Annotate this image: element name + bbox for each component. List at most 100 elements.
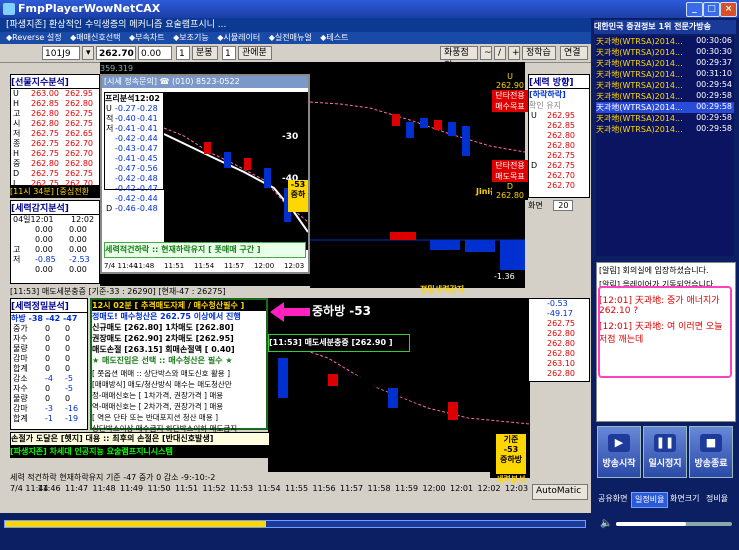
close-button[interactable]: × <box>720 2 737 17</box>
status-line: 세력 적건하락 현재하락유지 기준 -47 중가 0 감소 -9:-10:-2 <box>10 472 490 484</box>
menu-reverse[interactable]: ◆Reverse 설정 <box>6 33 62 42</box>
unit-type-button[interactable]: 관에분 <box>238 46 272 60</box>
plus-tool-button[interactable]: + <box>508 46 520 60</box>
broadcast-item[interactable]: 天과地(WTRSA)2014... 00:29:58 <box>596 113 734 124</box>
force-row-a: 0.00 <box>35 265 53 274</box>
env-button[interactable]: 화풍점정 <box>440 46 478 71</box>
signal-lines: 정매도! 매수청산은 262.75 이상에서 진행 신규매도 [262.80] 1… <box>92 311 266 366</box>
broadcast-item-time: 00:29:37 <box>696 58 732 67</box>
popup-row: D -0.46 -0.48 <box>105 204 163 214</box>
strategy-line: [ 역은 단타 또는 반대포지션 청산 매용 ] <box>92 413 219 422</box>
futures-row-k: 고 <box>13 109 21 118</box>
unit-minute-button[interactable]: 분봉 <box>192 46 218 60</box>
popup-analysis-title: 프리분석12:02 <box>105 94 160 103</box>
futures-row-k: 종 <box>13 139 21 148</box>
popup-row-k: U <box>106 104 112 113</box>
minimize-button[interactable]: _ <box>686 2 703 17</box>
force-row-b: 0.00 <box>69 245 87 254</box>
force-time-1: 04일12:01 <box>13 215 54 224</box>
popup-time-label: 11:48 <box>134 262 155 270</box>
bottom-right-rows: -0.53 -49.17 262.75 262.80 262.80 262.80 263.1… <box>529 299 589 379</box>
signal-footer: [파생지존] 차세대 인공지능 요술램프지니시스템 <box>10 446 268 458</box>
tab-ratio[interactable]: 정비율 <box>703 492 731 506</box>
maximize-button[interactable]: □ <box>703 2 720 17</box>
precision-row-k: 중가 <box>13 324 28 333</box>
line-tool-button[interactable]: ~ <box>480 46 492 60</box>
bottom-right-row-v: 262.80 <box>547 329 575 338</box>
app-icon <box>3 3 15 15</box>
broadcast-item[interactable]: 天과地(WTRSA)2014... 00:29:37 <box>596 58 734 69</box>
popup-row: 적 -0.40 -0.41 <box>105 114 163 124</box>
menu-signal[interactable]: ◆매매신호선택 <box>70 33 120 42</box>
precision-row-b: 0 <box>65 344 71 353</box>
futures-row-b: 262.70 <box>65 149 93 158</box>
popup-title: [시세 정속문의] ☎ (010) 8523-0522 <box>102 76 308 88</box>
automatic-button[interactable]: AutoMatic <box>532 484 588 500</box>
slash-tool-button[interactable]: / <box>494 46 506 60</box>
code-select[interactable]: 101J9 <box>42 46 80 60</box>
signal-line: 정매도! 매수청산은 262.75 이상에서 진행 <box>92 312 241 321</box>
strategy-line: 정-매매신호는 [ 1차가격, 권장가격 ] 매용 <box>92 391 224 400</box>
direction-row-v: 262.75 <box>547 161 575 170</box>
futures-row-b: 262.75 <box>65 119 93 128</box>
interval-field[interactable]: 1 <box>176 46 190 60</box>
order-button[interactable]: 정학습 <box>522 46 556 60</box>
force-row-a: 0.00 <box>35 225 53 234</box>
precision-row-a: 0 <box>45 354 51 363</box>
bar-down <box>500 240 525 270</box>
broadcast-item[interactable]: 天과地(WTRSA)2014... 00:29:58 <box>596 124 734 135</box>
broadcast-pause-button[interactable]: ❚❚ 일시정지 <box>643 426 687 478</box>
popup-chart: -30 -40 <box>163 92 309 250</box>
window-titlebar: FmpPlayerWowNetCAX _ □ × <box>0 0 739 18</box>
precision-row: 감마 0 0 <box>11 354 87 364</box>
menu-subchart[interactable]: ◆부속차트 <box>129 33 165 42</box>
link-button[interactable]: 연결 <box>560 46 588 60</box>
popup-row: U -0.27 -0.28 <box>105 104 163 114</box>
tab-share-screen[interactable]: 공유화면 <box>595 492 630 506</box>
menu-test[interactable]: ◆테스트 <box>320 33 348 42</box>
unit-count-field[interactable]: 1 <box>222 46 236 60</box>
precision-row-a: -3 <box>45 404 53 413</box>
force-row-b: -2.53 <box>69 255 90 264</box>
timeline-label: 12:00 <box>422 484 446 493</box>
broadcast-item[interactable]: 天과地(WTRSA)2014... 00:29:58 <box>596 91 734 102</box>
precision-title: [세력정밀분석] <box>11 299 87 313</box>
futures-row: 중 262.80 262.80 <box>11 159 99 169</box>
popup-analysis: 프리분석12:02 U -0.27 -0.28 적 -0.40 -0.41 저 -0.41 -0… <box>104 92 164 213</box>
broadcast-item[interactable]: 天과地(WTRSA)2014... 00:31:10 <box>596 69 734 80</box>
force-direction-rows: U 262.95 262.85 262.80 262.80 262.75 D 262.75 26… <box>529 111 589 191</box>
futures-row-a: 262.85 <box>31 99 59 108</box>
broadcast-item[interactable]: 天과地(WTRSA)2014... 00:30:06 <box>596 36 734 47</box>
popup-window[interactable]: [시세 정속문의] ☎ (010) 8523-0522 프리분석12:02 U-… <box>100 74 310 274</box>
popup-row-b: -0.56 <box>137 164 158 173</box>
volume-slider[interactable] <box>616 522 732 526</box>
broadcast-item-name: 天과地(WTRSA)2014... <box>596 37 683 46</box>
bar-up <box>390 232 416 240</box>
signal-box: 12시 02분 [ 추격매도자제 / 매수청산필수 ] 정매도! 매수청산은 2… <box>90 298 268 444</box>
chevron-down-icon[interactable]: ▾ <box>82 46 94 60</box>
page-value[interactable]: 20 <box>553 200 574 211</box>
timeline-label: 11:46 <box>37 484 61 493</box>
menu-manual[interactable]: ◆실전매뉴얼 <box>269 33 312 42</box>
broadcast-item[interactable]: 天과地(WTRSA)2014... 00:29:54 <box>596 80 734 91</box>
broadcast-item[interactable]: 天과地(WTRSA)2014... 00:30:30 <box>596 47 734 58</box>
broadcast-start-button[interactable]: ▶ 방송시작 <box>597 426 641 478</box>
page-label: 화면 <box>528 201 543 210</box>
broadcast-item[interactable]: 天과地(WTRSA)2014... 00:29:58 <box>596 102 734 113</box>
play-icon: ▶ <box>608 434 630 452</box>
bottom-right-row-v: -49.17 <box>547 309 573 318</box>
direction-row: U 262.95 <box>529 111 589 121</box>
timeline-label: 11:51 <box>175 484 199 493</box>
popup-row-k: 적 <box>106 114 114 123</box>
broadcast-stop-button[interactable]: ■ 방송종료 <box>689 426 733 478</box>
force-row-a: 0.00 <box>35 235 53 244</box>
menu-simulator[interactable]: ◆시뮬레이터 <box>217 33 260 42</box>
precision-row-a: -4 <box>45 374 53 383</box>
broadcast-item-time: 00:30:06 <box>696 36 732 45</box>
futures-row-a: 262.75 <box>31 149 59 158</box>
futures-row: 저 262.75 262.65 <box>11 129 99 139</box>
menu-aux[interactable]: ◆보조기능 <box>173 33 209 42</box>
tab-screen-size[interactable]: 화면크기 <box>667 492 702 506</box>
playback-slider[interactable] <box>4 520 586 528</box>
tab-fixed-ratio[interactable]: 일정비율 <box>631 492 669 508</box>
